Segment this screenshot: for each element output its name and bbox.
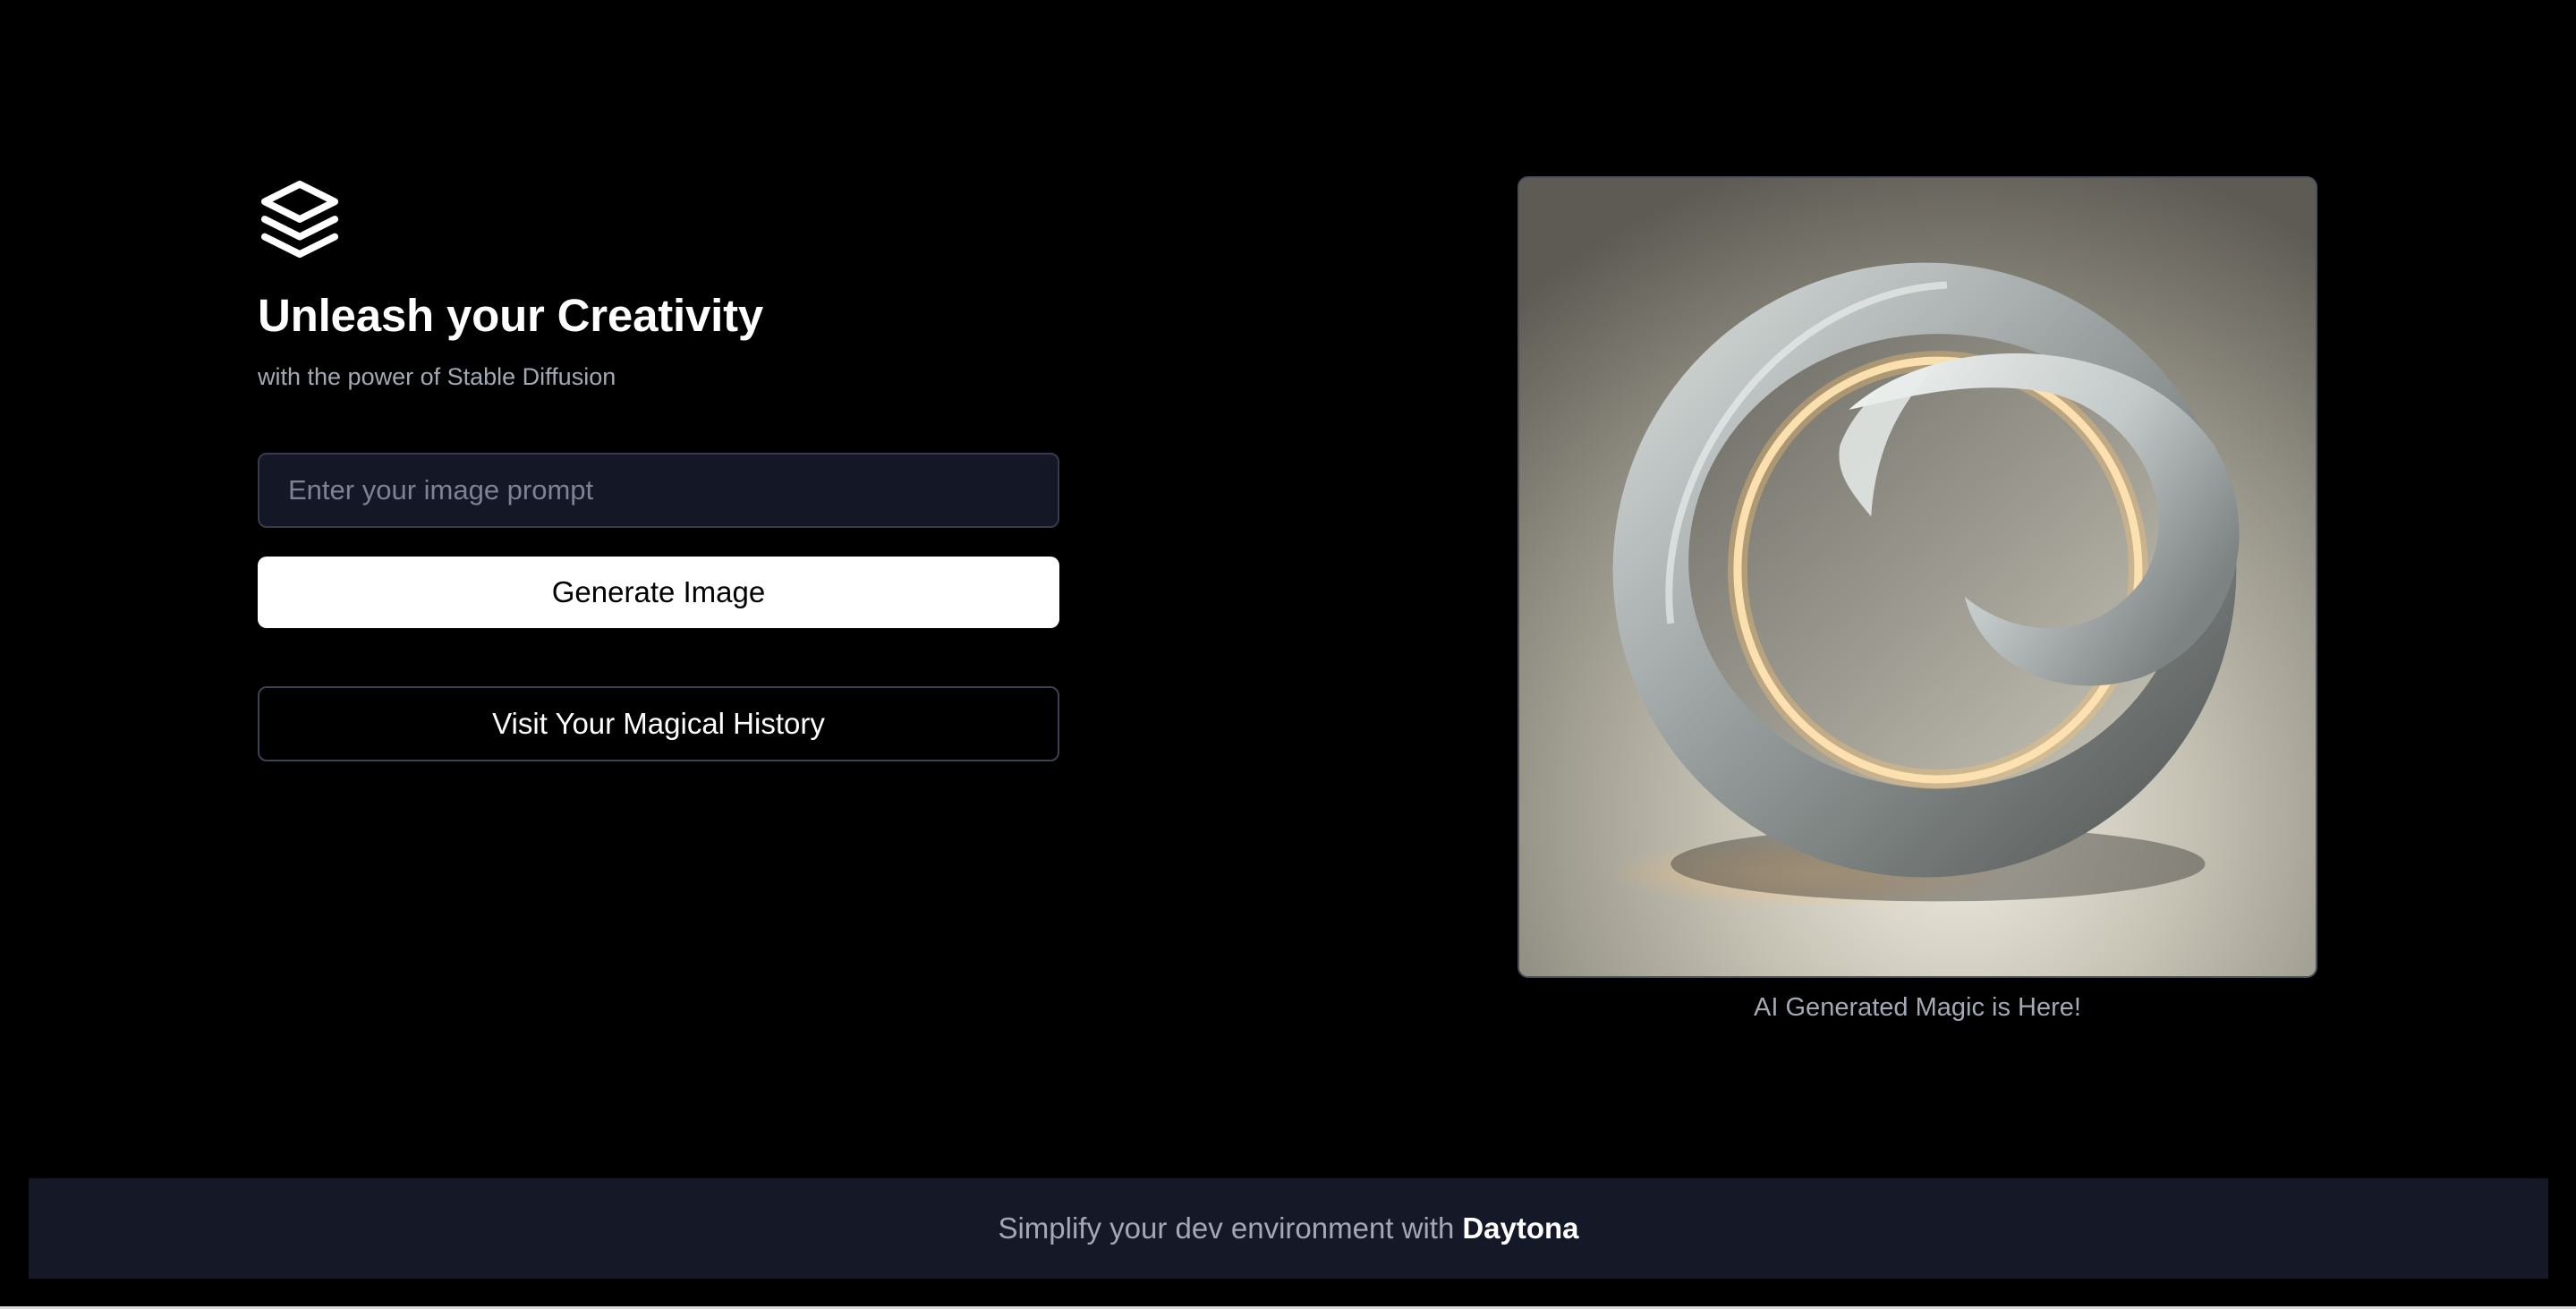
app-page: Unleash your Creativity with the power o…	[0, 0, 2576, 1309]
layers-icon	[260, 180, 339, 259]
footer-text: Simplify your dev environment with	[998, 1211, 1455, 1245]
prompt-input[interactable]	[258, 452, 1059, 528]
page-subtitle: with the power of Stable Diffusion	[258, 363, 616, 391]
hero-section: Unleash your Creativity with the power o…	[258, 177, 1059, 761]
generated-image	[1518, 176, 2317, 978]
generated-image-art	[1519, 178, 2316, 976]
footer-brand-link[interactable]: Daytona	[1462, 1211, 1578, 1245]
footer: Simplify your dev environment with Dayto…	[29, 1178, 2548, 1279]
visit-history-button[interactable]: Visit Your Magical History	[258, 685, 1059, 761]
page-title: Unleash your Creativity	[258, 290, 764, 341]
image-caption: AI Generated Magic is Here!	[1754, 993, 2081, 1022]
generate-image-button[interactable]: Generate Image	[258, 556, 1059, 628]
